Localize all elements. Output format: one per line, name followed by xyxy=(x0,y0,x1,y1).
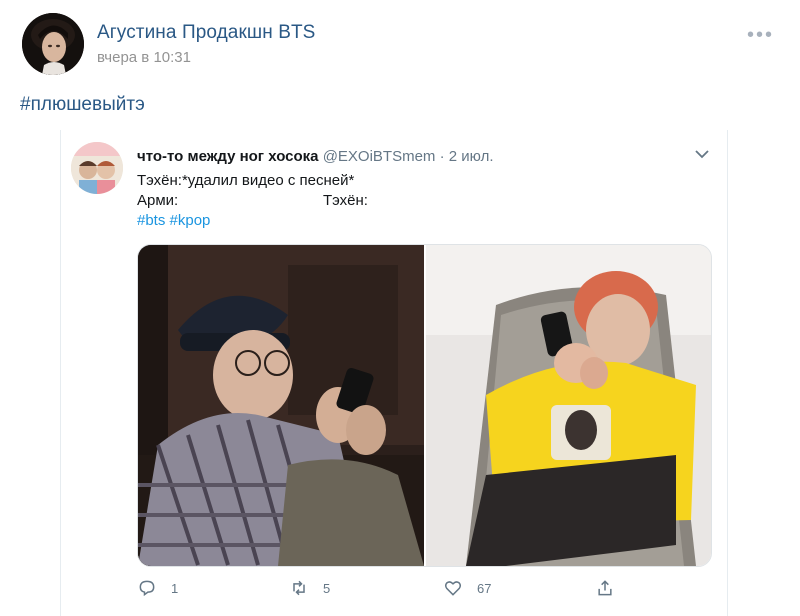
share-icon xyxy=(598,580,612,596)
hashtag-bts[interactable]: #bts xyxy=(137,212,165,229)
post-header: Агустина Продакшн BTS вчера в 10:31 xyxy=(22,13,315,75)
reply-count: 1 xyxy=(171,580,179,596)
photo-right-image xyxy=(426,245,711,566)
tweet-line-2: Арми: Тэхён: xyxy=(137,191,368,211)
tweet-line-2-right: Тэхён: xyxy=(323,192,368,209)
post-time[interactable]: вчера в 10:31 xyxy=(97,49,315,66)
tweet-handle[interactable]: @EXOiBTSmem · 2 июл. xyxy=(323,148,494,165)
tweet-header: что-то между ног хосока @EXOiBTSmem · 2 … xyxy=(137,148,494,165)
more-dots-icon[interactable]: ••• xyxy=(747,24,774,47)
tweet-hashtags: #bts #kpop xyxy=(137,211,354,231)
retweet-button[interactable]: 5 xyxy=(289,578,330,598)
author-name[interactable]: Агустина Продакшн BTS xyxy=(97,22,315,44)
heart-icon xyxy=(444,581,462,596)
reply-icon xyxy=(139,580,155,597)
retweet-icon xyxy=(293,580,305,596)
media-photo-left[interactable] xyxy=(138,245,424,566)
author-block: Агустина Продакшн BTS вчера в 10:31 xyxy=(97,22,315,66)
tweet-author-name[interactable]: что-то между ног хосока xyxy=(137,148,319,165)
tweet-text: Тэхён:*удалил видео с песней* Арми: Тэхё… xyxy=(137,171,368,231)
avatar-image xyxy=(22,13,84,75)
chevron-down-icon[interactable] xyxy=(695,146,709,162)
tweet-avatar[interactable] xyxy=(71,142,123,194)
like-button[interactable]: 67 xyxy=(443,578,491,598)
hashtag-kpop[interactable]: #kpop xyxy=(170,212,211,229)
share-button[interactable] xyxy=(595,578,615,598)
post-hashtag[interactable]: #плюшевыйтэ xyxy=(20,94,145,116)
embedded-tweet: что-то между ног хосока @EXOiBTSmem · 2 … xyxy=(60,130,728,616)
tweet-line-1: Тэхён:*удалил видео с песней* xyxy=(137,172,355,189)
reply-button[interactable]: 1 xyxy=(137,578,178,598)
retweet-count: 5 xyxy=(323,580,331,596)
tweet-avatar-image xyxy=(71,142,123,194)
like-count: 67 xyxy=(477,580,492,596)
tweet-actions: 1 5 67 xyxy=(137,578,697,602)
author-avatar[interactable] xyxy=(22,13,84,75)
photo-left-image xyxy=(138,245,424,566)
tweet-media[interactable] xyxy=(137,244,712,567)
tweet-line-2-left: Арми: xyxy=(137,192,179,209)
media-photo-right[interactable] xyxy=(426,245,711,566)
